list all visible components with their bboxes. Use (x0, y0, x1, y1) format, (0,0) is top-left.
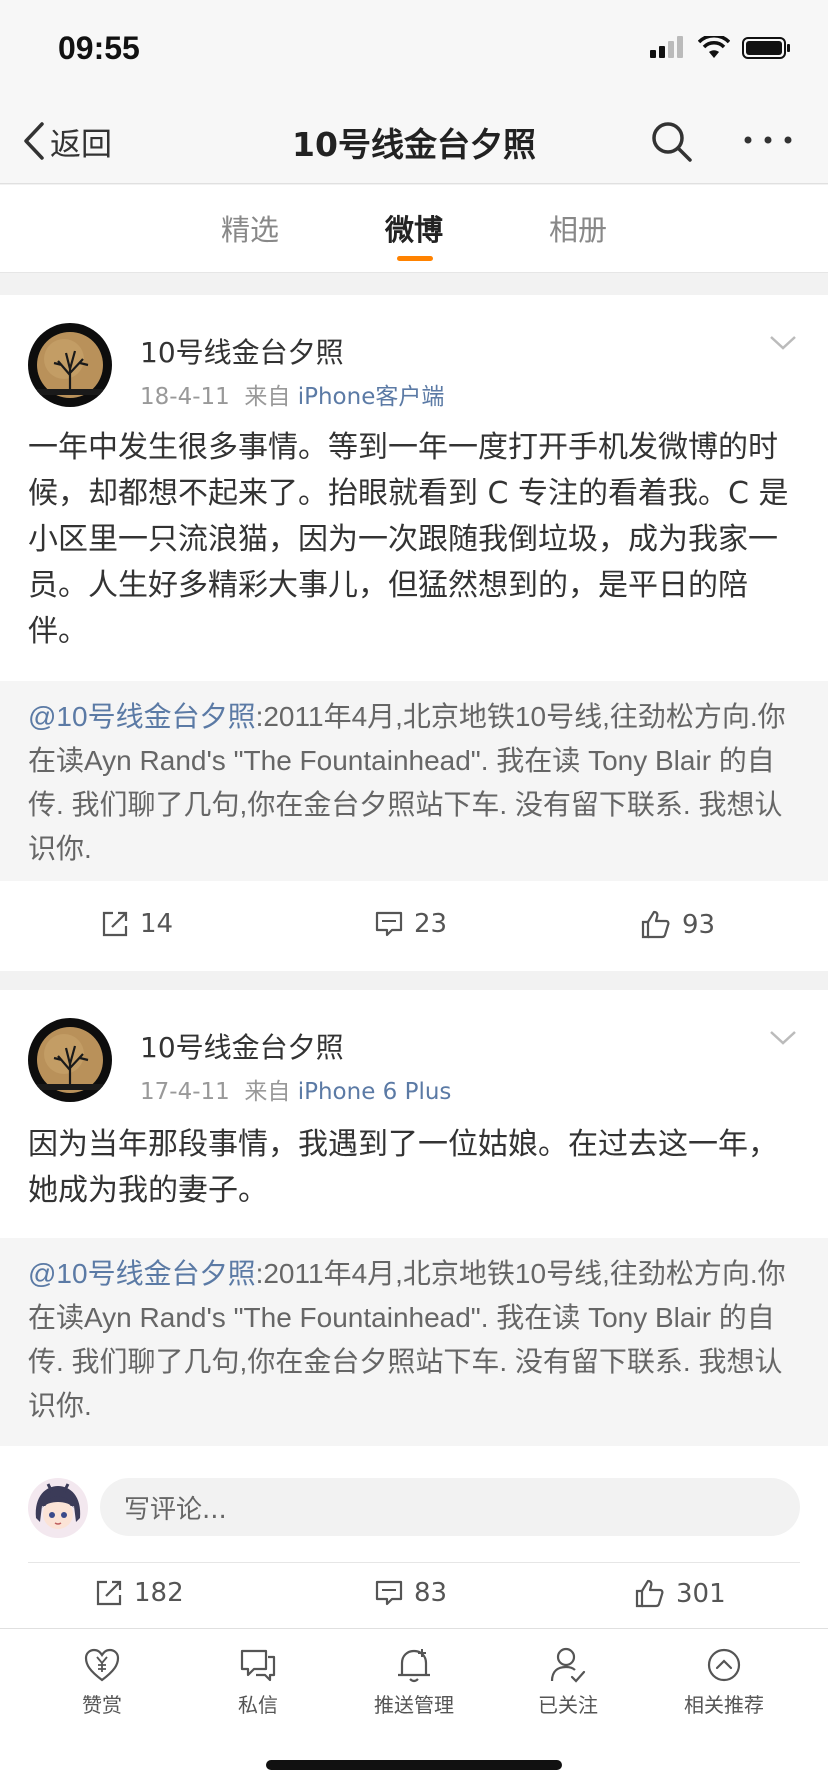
post-source[interactable]: iPhone 6 Plus (298, 1079, 452, 1105)
reward-icon (84, 1648, 120, 1682)
chevron-up-circle-icon (707, 1648, 741, 1682)
message-icon (240, 1649, 276, 1682)
more-button[interactable] (740, 118, 796, 166)
thumbs-up-icon (635, 1579, 664, 1608)
comment-count: 23 (414, 909, 448, 939)
post-actions: 182 83 301 (0, 1564, 828, 1636)
retweet-quote[interactable]: @10号线金台夕照:2011年4月,北京地铁10号线,往劲松方向.你在读Ayn … (0, 1238, 828, 1446)
status-bar: 09:55 (0, 0, 828, 100)
message-button[interactable]: 私信 (198, 1645, 318, 1718)
tab-featured[interactable]: 精选 (221, 207, 279, 249)
status-time: 09:55 (58, 30, 140, 66)
post-text: 因为当年那段事情，我遇到了一位姑娘。在过去这一年，她成为我的妻子。 (28, 1127, 778, 1208)
post-meta: 18-4-11 来自 iPhone客户端 (140, 377, 444, 411)
search-icon (652, 122, 692, 162)
avatar[interactable] (28, 1018, 112, 1102)
avatar[interactable] (28, 323, 112, 407)
following-button[interactable]: 已关注 (508, 1645, 628, 1718)
bell-icon (398, 1649, 430, 1683)
chevron-down-icon[interactable] (768, 333, 798, 353)
post-author[interactable]: 10号线金台夕照 (140, 1026, 344, 1066)
repost-icon (102, 911, 128, 937)
chevron-down-icon[interactable] (768, 1028, 798, 1048)
user-check-icon (550, 1647, 586, 1683)
post-author[interactable]: 10号线金台夕照 (140, 331, 344, 371)
comment-button[interactable]: 23 (374, 909, 447, 939)
like-count: 301 (676, 1579, 726, 1609)
comment-icon (375, 911, 403, 937)
like-button[interactable]: 93 (640, 909, 715, 941)
post-source[interactable]: iPhone客户端 (298, 384, 445, 410)
retweet-quote[interactable]: @10号线金台夕照:2011年4月,北京地铁10号线,往劲松方向.你在读Ayn … (0, 681, 828, 881)
quote-mention[interactable]: @10号线金台夕照 (28, 701, 256, 732)
profile-tabs: 精选 微博 相册 (0, 185, 828, 273)
post-source-prefix: 来自 (244, 1079, 291, 1105)
post-date: 18-4-11 (140, 384, 230, 410)
moon-tree-avatar-icon (28, 323, 112, 407)
like-button[interactable]: 301 (634, 1578, 726, 1610)
more-dots-icon (744, 136, 792, 144)
nav-bar: 返回 10号线金台夕照 (0, 100, 828, 184)
anime-girl-avatar-icon (28, 1478, 88, 1538)
battery-icon (742, 37, 790, 59)
post-actions: 14 23 93 (0, 895, 828, 967)
repost-button[interactable]: 14 (100, 909, 173, 939)
tab-album[interactable]: 相册 (549, 207, 607, 249)
bottom-label: 相关推荐 (684, 1693, 764, 1717)
post-card[interactable]: 10号线金台夕照 18-4-11 来自 iPhone客户端 一年中发生很多事情。… (0, 295, 828, 971)
comment-input[interactable]: 写评论... (100, 1478, 800, 1536)
comment-count: 83 (414, 1578, 448, 1608)
wifi-icon (698, 36, 730, 58)
user-avatar[interactable] (28, 1478, 88, 1538)
repost-button[interactable]: 182 (94, 1578, 184, 1608)
like-count: 93 (682, 910, 716, 940)
post-card[interactable]: 10号线金台夕照 17-4-11 来自 iPhone 6 Plus 因为当年那段… (0, 990, 828, 1628)
repost-count: 182 (134, 1578, 184, 1608)
active-tab-indicator (397, 256, 433, 261)
quote-mention[interactable]: @10号线金台夕照 (28, 1258, 256, 1289)
post-meta: 17-4-11 来自 iPhone 6 Plus (140, 1072, 451, 1106)
push-settings-button[interactable]: 推送管理 (354, 1645, 474, 1718)
divider (28, 1562, 800, 1563)
reward-button[interactable]: 赞赏 (42, 1645, 162, 1718)
moon-tree-avatar-icon (28, 1018, 112, 1102)
comment-icon (375, 1580, 403, 1606)
repost-icon (96, 1580, 122, 1606)
bottom-label: 赞赏 (82, 1693, 122, 1717)
bottom-label: 推送管理 (374, 1693, 454, 1717)
bottom-label: 私信 (238, 1693, 278, 1717)
repost-count: 14 (140, 909, 174, 939)
post-text: 一年中发生很多事情。等到一年一度打开手机发微博的时候，却都想不起来了。抬眼就看到… (28, 430, 789, 649)
post-date: 17-4-11 (140, 1079, 230, 1105)
home-indicator[interactable] (266, 1760, 562, 1770)
page-title: 10号线金台夕照 (292, 125, 536, 164)
thumbs-up-icon (641, 910, 670, 939)
bottom-label: 已关注 (538, 1693, 598, 1717)
comment-button[interactable]: 83 (374, 1578, 447, 1608)
cellular-signal-icon (650, 36, 683, 58)
post-source-prefix: 来自 (244, 384, 291, 410)
tab-weibo[interactable]: 微博 (385, 207, 443, 249)
status-icons (650, 36, 792, 60)
search-button[interactable] (648, 118, 696, 166)
recommend-button[interactable]: 相关推荐 (664, 1645, 784, 1718)
